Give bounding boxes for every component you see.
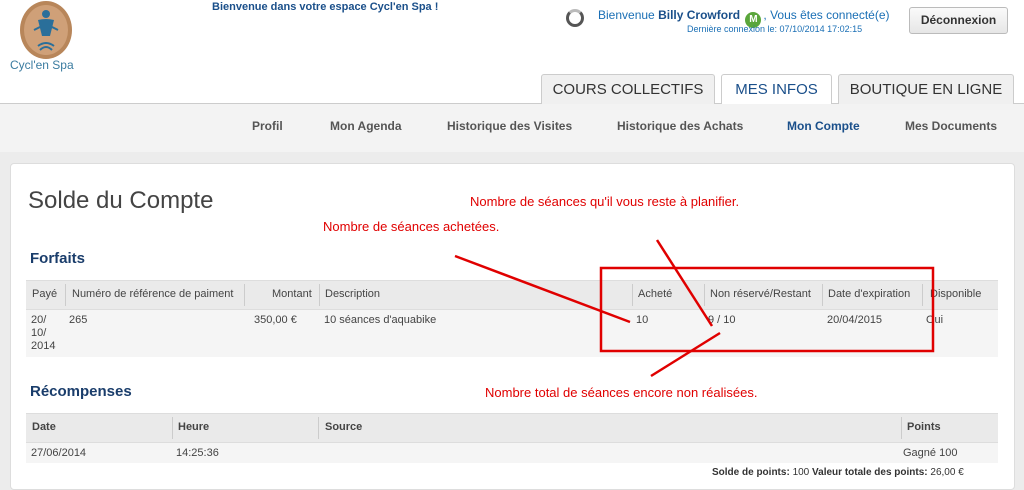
subnav-item-mon-compte[interactable]: Mon Compte [787, 119, 860, 133]
subnav-item-profil[interactable]: Profil [252, 119, 283, 133]
col-header-expiration[interactable]: Date d'expiration [828, 288, 910, 300]
welcome-space-text: Bienvenue dans votre espace Cycl'en Spa … [212, 1, 439, 13]
col-separator [704, 284, 705, 306]
col-separator [901, 417, 902, 439]
annotation-total-not-done: Nombre total de séances encore non réali… [485, 385, 758, 400]
col-header-source[interactable]: Source [325, 421, 362, 433]
subnav-item-historique-achats[interactable]: Historique des Achats [617, 119, 743, 133]
col-separator [319, 284, 320, 306]
welcome-suffix: , Vous êtes connecté(e) [763, 8, 890, 22]
solde-points-label: Solde de points: [712, 467, 790, 478]
welcome-prefix: Bienvenue [598, 8, 655, 22]
loading-spinner-icon [566, 9, 584, 27]
cell-reference: 265 [69, 314, 88, 326]
cell-paye-line: 20/ [31, 314, 47, 326]
valeur-points-label: Valeur totale des points: [812, 467, 928, 478]
points-summary: Solde de points: 100 Valeur totale des p… [712, 467, 964, 478]
col-separator [632, 284, 633, 306]
forfaits-title: Forfaits [30, 250, 86, 267]
logo-text: Cycl'en Spa [10, 58, 74, 72]
logout-button[interactable]: Déconnexion [909, 7, 1008, 34]
tab-mes-infos[interactable]: MES INFOS [721, 74, 832, 106]
last-login-text: Dernière connexion le: 07/10/2014 17:02:… [687, 24, 863, 34]
cell-paye-line: 2014 [31, 340, 56, 352]
recompenses-title: Récompenses [30, 383, 132, 400]
cell-description: 10 séances d'aquabike [324, 314, 437, 326]
page-title: Solde du Compte [28, 187, 214, 214]
col-separator [922, 284, 923, 306]
cell-achete: 10 [636, 314, 649, 326]
col-header-disponible[interactable]: Disponible [930, 288, 981, 300]
solde-points-value: 100 [792, 467, 810, 478]
header: Cycl'en Spa Bienvenue dans votre espace … [0, 0, 1024, 106]
cell-paye-line: 10/ [31, 327, 47, 339]
cell-montant: 350,00 € [254, 314, 297, 326]
cell-heure: 14:25:36 [176, 447, 219, 459]
col-header-restant[interactable]: Non réservé/Restant [710, 288, 811, 300]
cell-disponible: Oui [926, 314, 944, 326]
annotation-remaining-to-plan: Nombre de séances qu'il vous reste à pla… [470, 194, 740, 209]
col-separator [172, 417, 173, 439]
tab-boutique-en-ligne[interactable]: BOUTIQUE EN LIGNE [838, 74, 1014, 105]
col-header-montant[interactable]: Montant [272, 288, 312, 300]
tab-cours-collectifs[interactable]: COURS COLLECTIFS [541, 74, 715, 105]
valeur-points-value: 26,00 € [930, 467, 964, 478]
cell-expiration: 20/04/2015 [827, 314, 883, 326]
col-separator [244, 284, 245, 306]
col-header-heure[interactable]: Heure [178, 421, 209, 433]
col-header-paye[interactable]: Payé [32, 288, 57, 300]
cell-points: Gagné 100 [903, 447, 958, 459]
col-header-description[interactable]: Description [325, 288, 380, 300]
col-header-points[interactable]: Points [907, 421, 941, 433]
sub-navigation: Profil Mon Agenda Historique des Visites… [0, 104, 1024, 152]
col-header-date[interactable]: Date [32, 421, 56, 433]
subnav-item-mes-documents[interactable]: Mes Documents [905, 119, 997, 133]
cell-paye: 20/ 10/ 2014 [31, 314, 55, 353]
subnav-item-mon-agenda[interactable]: Mon Agenda [330, 119, 402, 133]
col-header-reference[interactable]: Numéro de référence de paiment [72, 288, 233, 300]
col-separator [65, 284, 66, 306]
subnav-item-historique-visites[interactable]: Historique des Visites [447, 119, 572, 133]
col-separator [822, 284, 823, 306]
annotation-purchased: Nombre de séances achetées. [323, 219, 500, 234]
cell-date: 27/06/2014 [31, 447, 87, 459]
col-separator [318, 417, 319, 439]
recompenses-table-row [26, 443, 998, 463]
col-header-achete[interactable]: Acheté [638, 288, 672, 300]
user-name[interactable]: Billy Crowford [658, 8, 740, 22]
cell-restant: 9 / 10 [708, 314, 736, 326]
